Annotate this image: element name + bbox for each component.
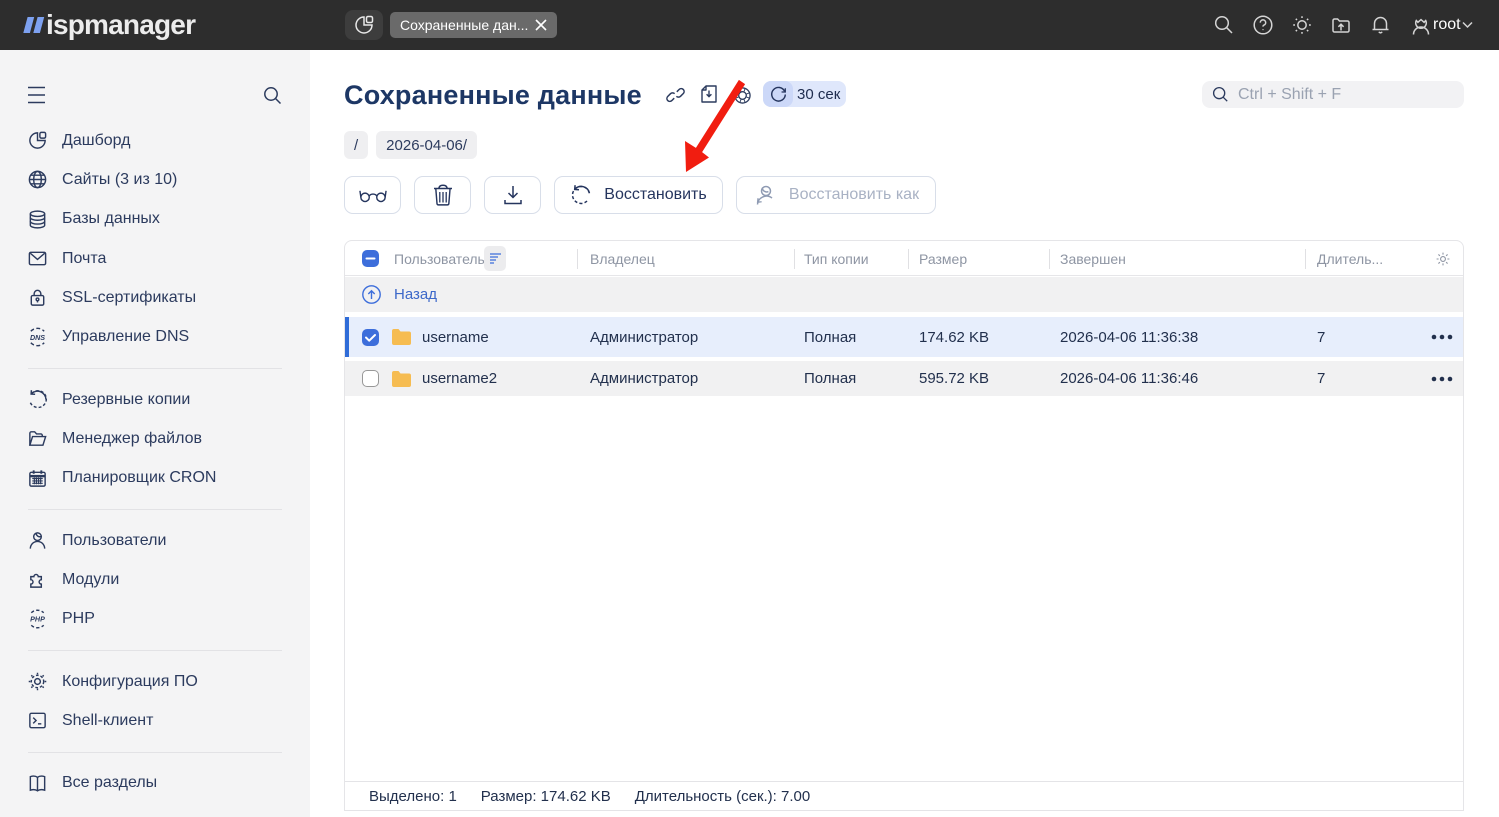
svg-text:DNS: DNS bbox=[30, 334, 45, 342]
svg-text:PHP: PHP bbox=[30, 616, 45, 624]
